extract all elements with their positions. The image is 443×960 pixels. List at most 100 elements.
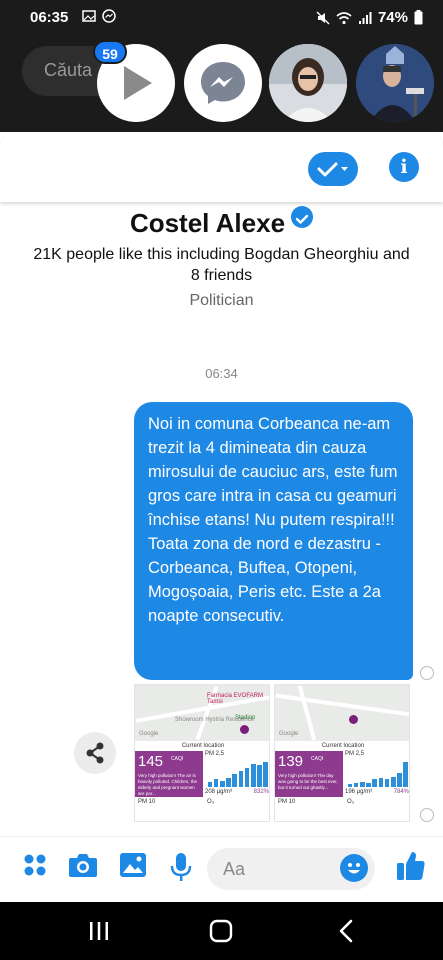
pm-bar <box>390 776 396 787</box>
subscribe-toggle-button[interactable] <box>308 152 358 186</box>
aqi-panel: 145 CAQI Very high pollution! The air is… <box>135 751 203 797</box>
pm-bar <box>372 779 377 787</box>
pm-bar <box>353 783 359 787</box>
messenger-status-icon <box>102 9 116 23</box>
aqi-panel: 139 CAQI Very high pollution! The day wa… <box>275 751 343 797</box>
gallery-icon[interactable] <box>119 852 147 878</box>
battery-icon <box>414 10 423 25</box>
pm-bar <box>403 762 408 787</box>
mute-icon <box>316 11 330 24</box>
aqi-value: 145 <box>138 753 164 770</box>
back-icon[interactable] <box>336 918 356 944</box>
message-timestamp: 06:34 <box>205 366 238 381</box>
aqi-description: Very high pollution! The air is heavily … <box>138 773 198 796</box>
signal-icon <box>358 11 372 24</box>
pm-panel: PM 2,5 208 µg/m³ 832% <box>205 751 269 797</box>
pm-percent: 832% <box>253 789 269 795</box>
current-location-label: Current location <box>181 743 225 749</box>
verified-badge-icon <box>291 206 314 228</box>
share-icon <box>86 742 104 764</box>
page-title: Costel Alexe <box>0 206 443 239</box>
status-time: 06:35 <box>30 9 69 26</box>
page-name: Costel Alexe <box>129 208 286 238</box>
pm-bar <box>384 779 390 787</box>
status-left-icons <box>82 9 116 23</box>
pm-bar <box>226 777 231 787</box>
avatar-man-image <box>356 44 434 122</box>
message-input-placeholder: Aa <box>223 859 246 879</box>
battery-percent: 74% <box>377 9 408 26</box>
pm10-label: PM 10 <box>138 799 156 805</box>
pm10-label: PM 10 <box>278 799 296 805</box>
location-pin-icon <box>349 715 358 724</box>
pm-percent: 784% <box>393 789 409 795</box>
o3-label: O₃ <box>347 799 355 805</box>
wifi-icon <box>336 11 352 24</box>
home-icon[interactable] <box>208 918 234 944</box>
pm-bars <box>207 761 269 787</box>
pm-bar <box>263 762 268 787</box>
conversation-header <box>0 132 443 202</box>
chat-head-avatar-man[interactable] <box>356 44 434 122</box>
search-placeholder: Căuta <box>44 60 93 80</box>
page-category: Politician <box>189 292 254 309</box>
o3-label: O₃ <box>207 799 215 805</box>
pm-value: 208 µg/m³ <box>205 789 233 795</box>
map-thumbnail: Farmacia EVOFARM Tamsi Showroom Hystria … <box>135 685 269 741</box>
current-location-label: Current location <box>321 743 365 749</box>
map-label: Stadion <box>235 715 256 721</box>
info-icon: i <box>400 156 408 178</box>
air-quality-screenshot[interactable]: Google Current location 139 CAQI Very hi… <box>274 684 410 822</box>
pm-bar <box>238 771 244 787</box>
messenger-icon <box>201 62 245 104</box>
sent-message-bubble[interactable]: Noi in comuna Corbeanca ne-am trezit la … <box>134 402 413 680</box>
like-thumbs-up-icon[interactable] <box>396 850 426 882</box>
emoji-button[interactable] <box>340 854 368 882</box>
air-quality-screenshot[interactable]: Farmacia EVOFARM Tamsi Showroom Hystria … <box>134 684 270 822</box>
pm-bar <box>257 764 262 787</box>
pm-bar <box>378 777 384 787</box>
checkmark-dropdown-icon <box>317 162 348 177</box>
pm-bar <box>207 781 213 787</box>
map-thumbnail: Google <box>275 685 409 741</box>
pm-label: PM 2,5 <box>345 751 365 757</box>
info-button[interactable]: i <box>389 152 419 182</box>
pm-bar <box>244 767 250 787</box>
pm-bar <box>366 783 371 787</box>
avatar-woman-image <box>269 44 347 122</box>
emoji-icon <box>348 863 360 874</box>
status-right-icons: 74% <box>316 9 423 26</box>
aqi-unit: CAQI <box>171 756 184 762</box>
pm-bar <box>397 772 402 787</box>
status-bar: 06:35 74% <box>0 0 443 36</box>
share-button[interactable] <box>74 732 116 774</box>
aqi-value: 139 <box>278 753 304 770</box>
chat-head-avatar-woman[interactable] <box>269 44 347 122</box>
pm-value: 196 µg/m³ <box>345 789 373 795</box>
pm-bar <box>250 763 256 787</box>
sent-indicator-icon <box>420 666 434 680</box>
page-likes-text: 21K people like this including Bogdan Gh… <box>33 246 410 284</box>
aqi-description: Very high pollution! The day was going t… <box>278 773 338 790</box>
map-label: Farmacia EVOFARM Tamsi <box>207 693 264 705</box>
pm-bar <box>359 781 365 787</box>
pm-bar <box>219 780 225 787</box>
pm-label: PM 2,5 <box>205 751 225 757</box>
more-apps-icon[interactable] <box>22 852 48 878</box>
android-nav-bar <box>0 902 443 960</box>
recent-apps-icon[interactable] <box>88 920 110 942</box>
unread-badge: 59 <box>93 40 127 64</box>
chat-head-messenger[interactable] <box>184 44 262 122</box>
pm-bars <box>347 761 409 787</box>
gallery-icon <box>82 10 96 22</box>
microphone-icon[interactable] <box>170 852 192 882</box>
pm-bar <box>347 784 353 787</box>
map-label: Google <box>139 731 159 737</box>
camera-icon[interactable] <box>68 852 98 878</box>
pm-bar <box>232 774 237 787</box>
pm-bar <box>213 779 219 787</box>
sent-indicator-icon <box>420 808 434 822</box>
pm-panel: PM 2,5 196 µg/m³ 784% <box>345 751 409 797</box>
aqi-unit: CAQI <box>311 756 324 762</box>
map-label: Google <box>279 731 299 737</box>
